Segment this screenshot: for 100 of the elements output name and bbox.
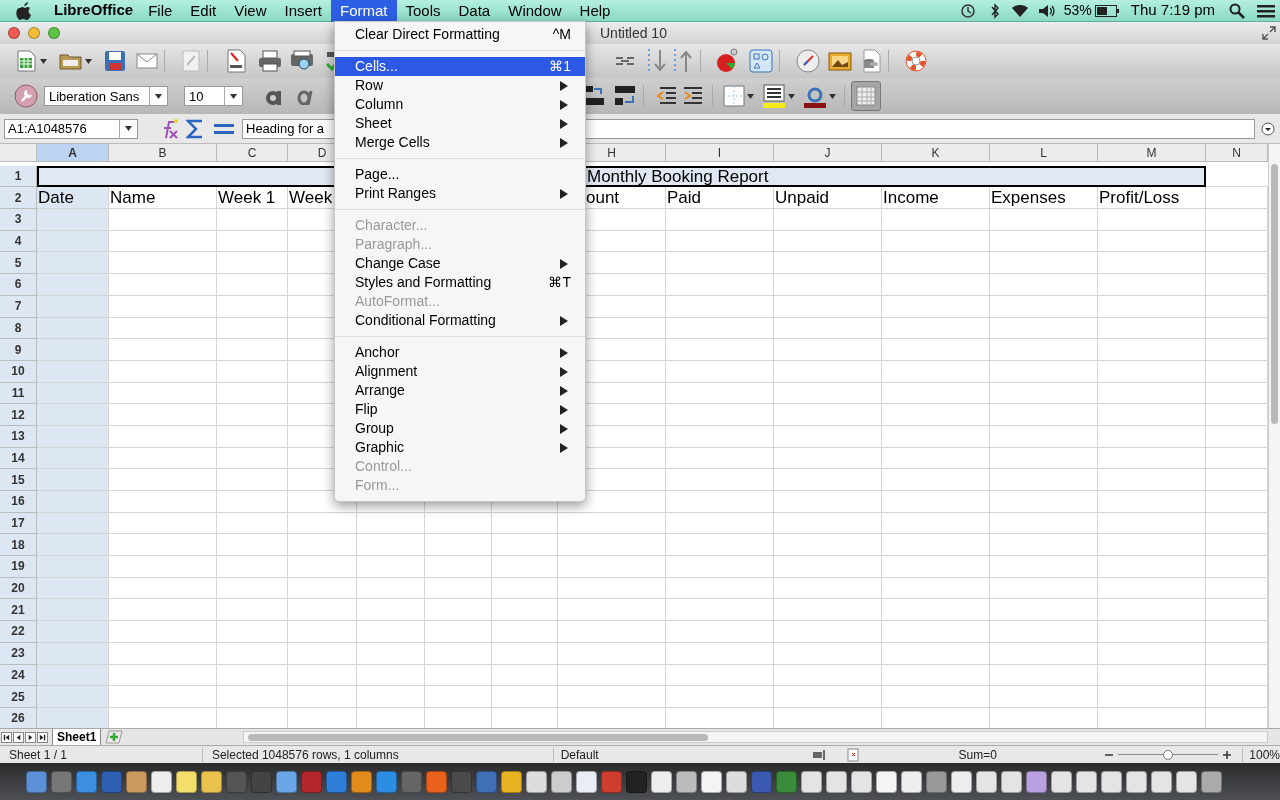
zoom-button[interactable]	[48, 27, 60, 39]
row-header[interactable]: 1	[0, 165, 37, 188]
app-icon[interactable]	[801, 770, 822, 793]
row-header[interactable]: 3	[0, 209, 37, 231]
app-icon[interactable]	[351, 770, 372, 793]
menu-item[interactable]: Cells... ⌘1	[335, 57, 585, 76]
app-icon[interactable]	[551, 770, 572, 793]
app-icon[interactable]	[851, 770, 872, 793]
app-icon[interactable]	[826, 770, 847, 793]
next-sheet-button[interactable]	[25, 731, 36, 743]
caret-icon[interactable]	[788, 93, 795, 99]
app-icon[interactable]	[276, 770, 297, 793]
menu-bar-item[interactable]: File	[139, 0, 182, 22]
sum-icon[interactable]	[186, 117, 204, 140]
row-header[interactable]: 4	[0, 230, 37, 253]
header-letter[interactable]: K	[882, 144, 990, 162]
row-header[interactable]: 14	[0, 447, 37, 470]
app-icon[interactable]	[1101, 770, 1122, 793]
previous-sheet-button[interactable]	[13, 731, 24, 743]
bluetooth-icon[interactable]	[989, 2, 1000, 19]
row-header[interactable]: 5	[0, 252, 37, 275]
menu-item[interactable]: Alignment	[335, 362, 585, 381]
apple-icon[interactable]	[15, 0, 33, 21]
app-icon[interactable]	[1126, 770, 1147, 793]
row-header[interactable]: 23	[0, 642, 37, 665]
row-header[interactable]: 8	[0, 317, 37, 340]
print-preview-icon[interactable]	[290, 50, 314, 72]
app-icon[interactable]	[1201, 770, 1222, 793]
menu-bar-item[interactable]: View	[225, 0, 276, 22]
vertical-scrollbar[interactable]	[1268, 144, 1280, 728]
app-icon[interactable]	[151, 770, 172, 793]
app-icon[interactable]	[1026, 770, 1047, 793]
battery-icon[interactable]	[1094, 4, 1119, 17]
menu-item[interactable]: Column	[335, 95, 585, 114]
caret-icon[interactable]	[125, 126, 132, 131]
menu-bar-item[interactable]: Format	[331, 0, 397, 22]
header-letter[interactable]: A	[37, 144, 109, 162]
menu-item[interactable]: Arrange	[335, 381, 585, 400]
app-icon[interactable]	[951, 770, 972, 793]
row-header[interactable]: 26	[0, 707, 37, 728]
database-icon[interactable]	[860, 49, 882, 73]
save-icon[interactable]	[104, 50, 126, 72]
app-icon[interactable]	[1001, 770, 1022, 793]
app-icon[interactable]	[526, 770, 547, 793]
row-header[interactable]: 16	[0, 491, 37, 513]
wrench-icon[interactable]	[14, 84, 38, 108]
row-header[interactable]: 9	[0, 339, 37, 361]
row-header[interactable]: 19	[0, 556, 37, 578]
app-icon[interactable]	[976, 770, 997, 793]
menu-bar-item[interactable]: Insert	[275, 0, 331, 22]
wifi-icon[interactable]	[1009, 2, 1030, 19]
header-letter[interactable]: L	[990, 144, 1098, 162]
fullscreen-icon[interactable]	[1262, 26, 1276, 40]
caret-icon[interactable]	[747, 93, 754, 99]
menu-bar-item[interactable]: Window	[499, 0, 571, 22]
row-header[interactable]: 21	[0, 599, 37, 622]
row-header[interactable]: 2	[0, 187, 37, 210]
menu-bar-item[interactable]: Tools	[396, 0, 450, 22]
app-icon[interactable]	[726, 770, 747, 793]
delete-decimal-icon[interactable]	[613, 84, 637, 108]
row-header[interactable]: 13	[0, 425, 37, 448]
menu-item[interactable]: Page...	[335, 165, 585, 184]
app-icon[interactable]	[876, 770, 897, 793]
sort-ascending-icon[interactable]	[672, 47, 694, 75]
search-icon[interactable]	[1229, 2, 1245, 19]
row-header[interactable]: 17	[0, 512, 37, 535]
header-letter[interactable]: M	[1098, 144, 1206, 162]
menu-item[interactable]: Anchor	[335, 343, 585, 362]
menu-bar-item[interactable]: Edit	[181, 0, 226, 22]
gallery-icon[interactable]	[828, 50, 852, 72]
caret-icon[interactable]	[155, 93, 162, 99]
mail-icon[interactable]	[136, 53, 158, 69]
folder-icon[interactable]	[59, 51, 83, 71]
app-icon[interactable]	[126, 770, 147, 793]
zoom-slider[interactable]	[1118, 748, 1219, 761]
first-sheet-button[interactable]	[1, 731, 12, 743]
header-letter[interactable]: I	[666, 144, 774, 162]
printer-icon[interactable]	[258, 50, 282, 72]
menu-item[interactable]: Change Case	[335, 254, 585, 273]
row-header[interactable]: 25	[0, 686, 37, 708]
menu-item[interactable]: Conditional Formatting	[335, 311, 585, 330]
row-header[interactable]: 24	[0, 664, 37, 687]
volume-icon[interactable]	[1037, 2, 1056, 19]
caret-icon[interactable]	[829, 93, 836, 99]
zoom-in-icon[interactable]	[1222, 749, 1233, 760]
clock[interactable]: Thu 7:19 pm	[1130, 0, 1215, 22]
pie-chart-icon[interactable]	[715, 48, 741, 74]
horizontal-scrollbar[interactable]	[243, 731, 1268, 743]
font-size-box[interactable]: 10	[184, 86, 243, 106]
hyperlink-icon[interactable]	[614, 54, 636, 68]
row-header[interactable]: 12	[0, 404, 37, 426]
menu-bar-item[interactable]: Data	[449, 0, 500, 22]
last-sheet-button[interactable]	[37, 731, 48, 743]
app-icon[interactable]	[701, 770, 722, 793]
app-icon[interactable]	[901, 770, 922, 793]
app-icon[interactable]	[1051, 770, 1072, 793]
header-letter[interactable]: C	[217, 144, 288, 162]
menu-item[interactable]: Flip	[335, 400, 585, 419]
app-icon[interactable]	[576, 770, 597, 793]
menu-item[interactable]: Styles and Formatting ⌘T	[335, 273, 585, 292]
